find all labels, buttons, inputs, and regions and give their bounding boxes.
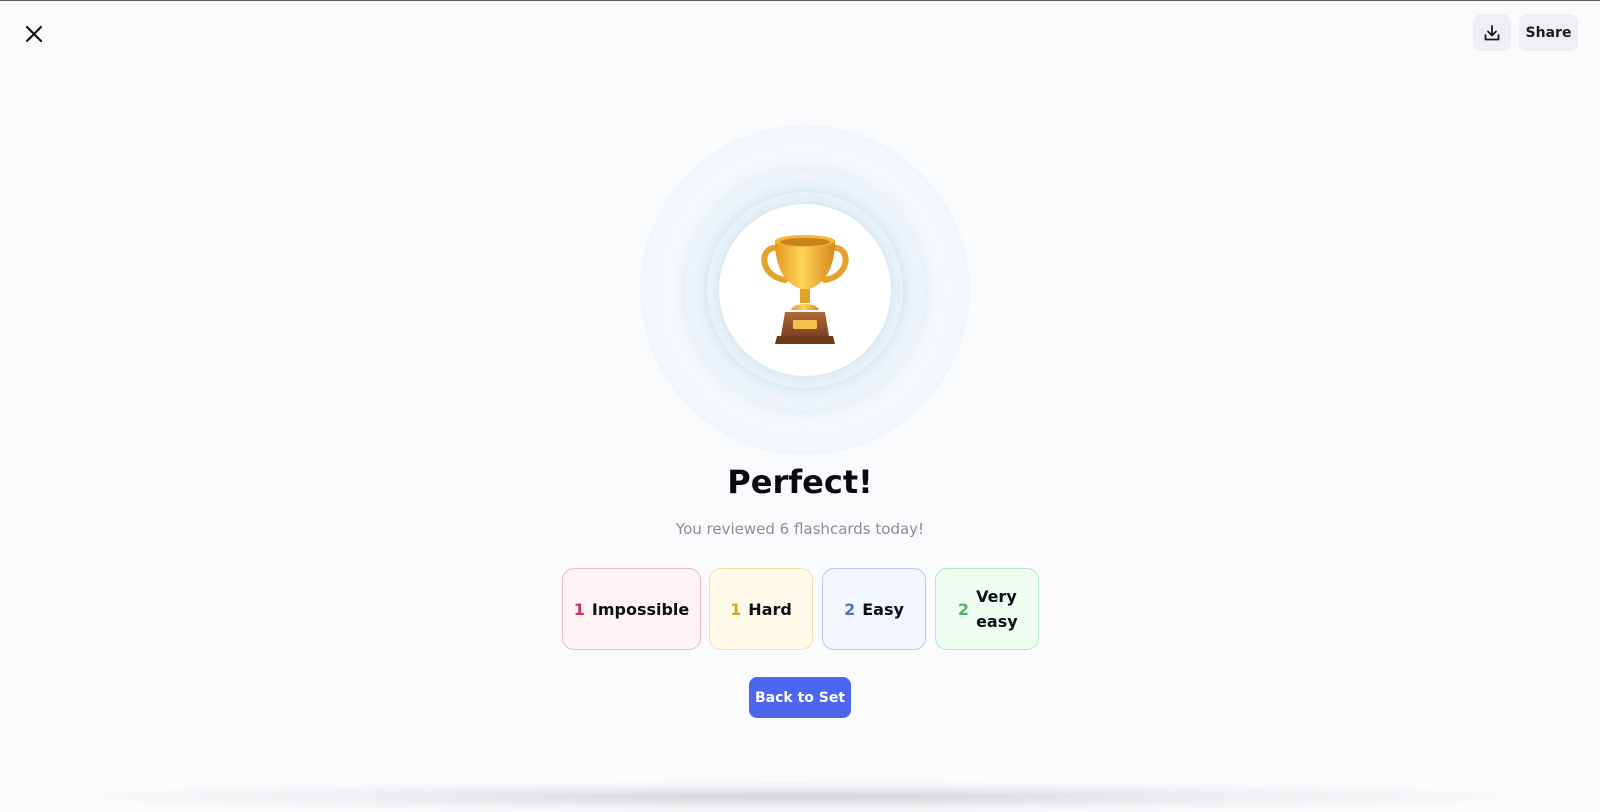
stat-very-easy: 2 Very easy <box>935 568 1039 650</box>
stat-impossible: 1 Impossible <box>562 568 701 650</box>
difficulty-stats: 1 Impossible 1 Hard 2 Easy 2 Very easy <box>562 568 1040 650</box>
stat-label: Impossible <box>591 599 690 619</box>
window-top-border <box>0 0 1600 1</box>
stat-count: 2 <box>957 599 970 619</box>
stat-label: Very easy <box>976 587 1018 631</box>
download-button[interactable] <box>1473 14 1511 51</box>
stat-label: Hard <box>748 599 792 619</box>
trophy-icon <box>761 235 849 344</box>
stat-count: 1 <box>573 599 585 619</box>
close-button[interactable] <box>18 18 50 50</box>
trophy-badge <box>640 125 970 455</box>
bottom-panel-shadow <box>100 782 1500 812</box>
stat-label: Easy <box>862 599 904 619</box>
result-title: Perfect! <box>727 463 873 501</box>
share-button[interactable]: Share <box>1519 14 1578 51</box>
stat-easy: 2 Easy <box>822 568 926 650</box>
close-icon <box>25 25 43 43</box>
stat-hard: 1 Hard <box>709 568 813 650</box>
download-icon <box>1484 24 1500 40</box>
back-to-set-button[interactable]: Back to Set <box>749 677 851 718</box>
stat-count: 2 <box>844 599 856 619</box>
result-subtitle: You reviewed 6 flashcards today! <box>675 520 925 538</box>
stat-count: 1 <box>730 599 742 619</box>
